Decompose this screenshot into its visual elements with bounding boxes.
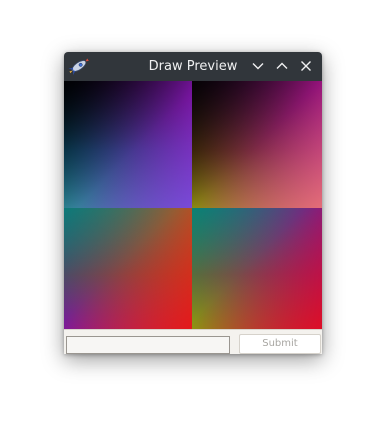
gradient-quadrant-top-right-overlay-2 (192, 81, 322, 208)
input-bar: Submit (64, 329, 322, 354)
draw-preview-window: Draw Preview Submit (64, 52, 322, 354)
title-bar[interactable]: Draw Preview (64, 52, 322, 81)
close-button[interactable] (298, 58, 314, 74)
text-input-field[interactable] (66, 336, 230, 354)
maximize-button[interactable] (274, 58, 290, 74)
rocket-icon (68, 58, 89, 76)
drawing-canvas[interactable] (64, 81, 322, 329)
window-title: Draw Preview (148, 59, 238, 74)
gradient-quadrant-top-left-overlay (64, 81, 192, 208)
gradient-quadrant-bottom-right-overlay-2 (192, 208, 322, 329)
submit-button[interactable]: Submit (239, 334, 321, 354)
minimize-button[interactable] (250, 58, 266, 74)
gradient-quadrant-bottom-left-overlay-2 (64, 208, 192, 329)
